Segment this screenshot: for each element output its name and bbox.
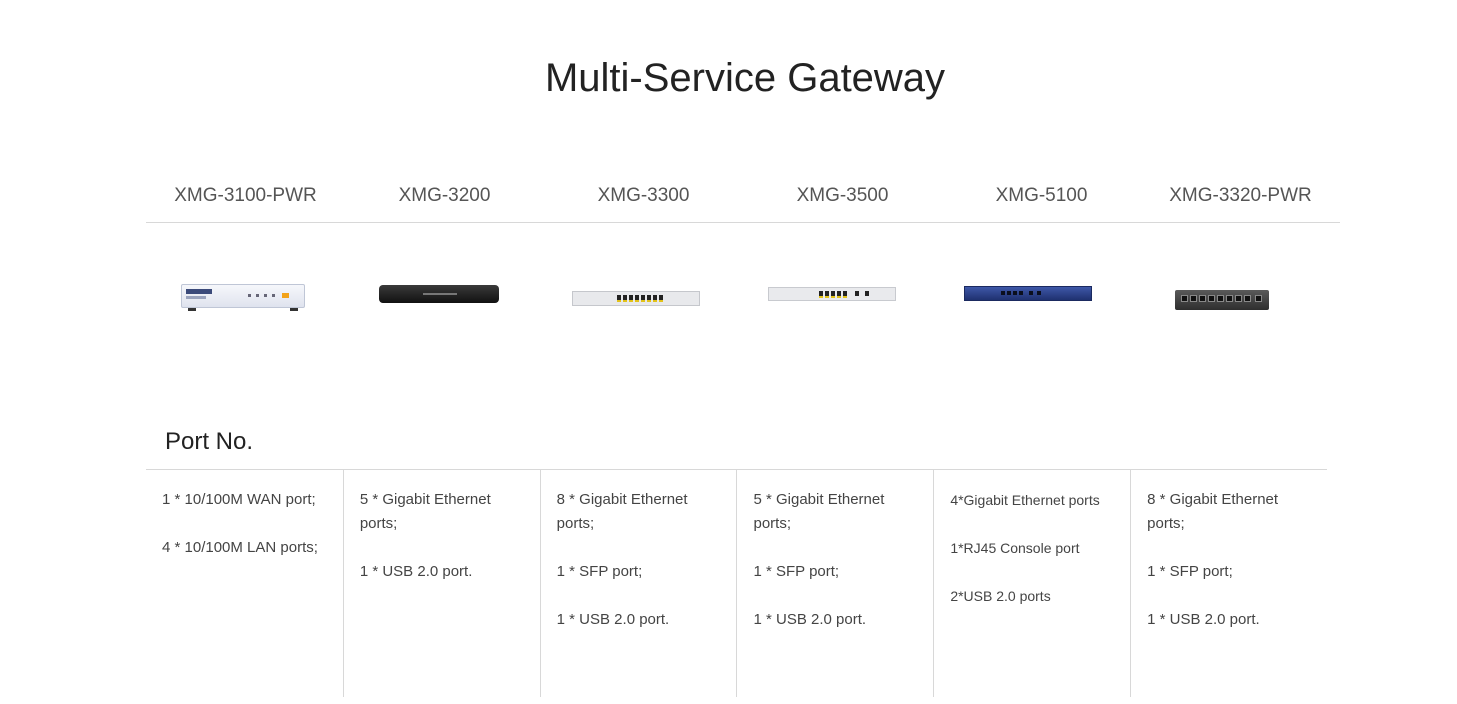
device-cell-xmg-3300 xyxy=(544,262,743,332)
port-spec-line: 1 * 10/100M WAN port; xyxy=(162,491,316,508)
port-spec-line: 1 * USB 2.0 port. xyxy=(359,563,473,580)
xmg-3300-device-image xyxy=(572,291,700,306)
port-spec-line: 1 * USB 2.0 port. xyxy=(753,611,867,628)
port-spec-line: 1 * USB 2.0 port. xyxy=(556,611,670,628)
model-tabs: XMG-3100-PWR XMG-3200 XMG-3300 XMG-3500 … xyxy=(146,184,1340,223)
port-spec-line: 4 * 10/100M LAN ports; xyxy=(162,539,318,556)
port-spec-line: 4*Gigabit Ethernet ports xyxy=(950,492,1100,508)
page-title: Multi-Service Gateway xyxy=(544,56,946,100)
model-tab-xmg-3200[interactable]: XMG-3200 xyxy=(345,184,544,222)
port-spec-xmg-3320-pwr: 8 * Gigabit Ethernet ports; 1 * SFP port… xyxy=(1130,470,1327,697)
port-spec-line: 8 * Gigabit Ethernet ports; xyxy=(556,491,688,532)
port-spec-line: 8 * Gigabit Ethernet ports; xyxy=(1147,491,1279,532)
xmg-5100-device-image xyxy=(964,286,1092,301)
port-spec-line: 1 * SFP port; xyxy=(556,563,643,580)
model-tab-xmg-3100-pwr[interactable]: XMG-3100-PWR xyxy=(146,184,345,222)
port-spec-line: 1 * SFP port; xyxy=(753,563,840,580)
port-spec-xmg-5100: 4*Gigabit Ethernet ports 1*RJ45 Console … xyxy=(933,470,1130,697)
port-spec-line: 2*USB 2.0 ports xyxy=(950,588,1051,604)
port-spec-line: 1*RJ45 Console port xyxy=(950,540,1080,556)
port-section-title: Port No. xyxy=(165,428,254,455)
port-spec-table: 1 * 10/100M WAN port; 4 * 10/100M LAN po… xyxy=(146,469,1327,697)
xmg-3200-device-image xyxy=(379,285,499,303)
device-images-row xyxy=(146,262,1340,332)
port-spec-line: 1 * USB 2.0 port. xyxy=(1147,611,1260,628)
port-spec-line: 1 * SFP port; xyxy=(1147,563,1233,580)
model-tab-xmg-3500[interactable]: XMG-3500 xyxy=(743,184,942,222)
port-spec-line: 5 * Gigabit Ethernet ports; xyxy=(753,491,885,532)
port-spec-line: 5 * Gigabit Ethernet ports; xyxy=(359,491,491,532)
device-cell-xmg-3500 xyxy=(743,262,942,332)
model-tab-xmg-3300[interactable]: XMG-3300 xyxy=(544,184,743,222)
device-cell-xmg-3100-pwr xyxy=(146,262,345,332)
model-tab-xmg-5100[interactable]: XMG-5100 xyxy=(942,184,1141,222)
device-cell-xmg-5100 xyxy=(942,262,1141,332)
xmg-3100-pwr-device-image xyxy=(181,284,305,311)
xmg-3320-pwr-device-image xyxy=(1175,290,1269,310)
port-spec-xmg-3100-pwr: 1 * 10/100M WAN port; 4 * 10/100M LAN po… xyxy=(146,470,343,697)
xmg-3500-device-image xyxy=(768,287,896,301)
device-cell-xmg-3320-pwr xyxy=(1141,262,1340,332)
model-tab-xmg-3320-pwr[interactable]: XMG-3320-PWR xyxy=(1141,184,1340,222)
port-spec-xmg-3200: 5 * Gigabit Ethernet ports; 1 * USB 2.0 … xyxy=(342,470,540,697)
port-spec-xmg-3500: 5 * Gigabit Ethernet ports; 1 * SFP port… xyxy=(736,470,933,697)
device-cell-xmg-3200 xyxy=(345,262,544,332)
port-spec-xmg-3300: 8 * Gigabit Ethernet ports; 1 * SFP port… xyxy=(539,470,737,697)
